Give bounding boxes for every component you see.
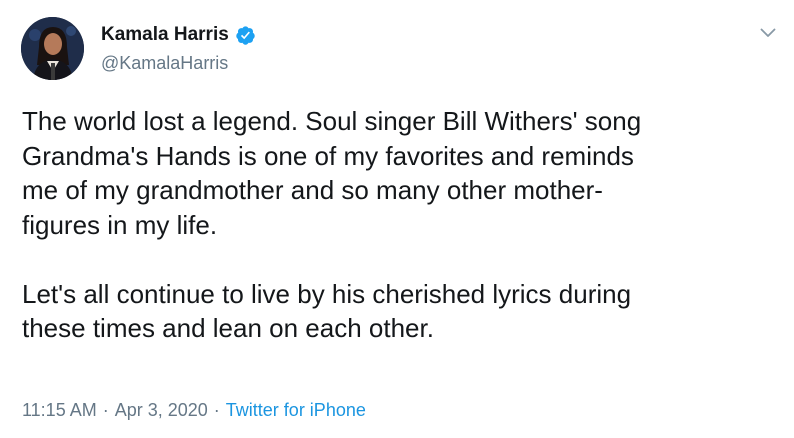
tweet-date[interactable]: Apr 3, 2020 — [115, 400, 208, 421]
verified-badge-icon — [236, 25, 255, 45]
meta-separator: · — [102, 400, 109, 420]
tweet-source-link[interactable]: Twitter for iPhone — [226, 400, 366, 421]
tweet-card: Kamala Harris @KamalaHarris The world lo… — [0, 0, 794, 438]
author-name-row[interactable]: Kamala Harris — [101, 24, 256, 46]
author-handle[interactable]: @KamalaHarris — [101, 53, 228, 74]
avatar[interactable] — [21, 17, 84, 80]
meta-separator: · — [213, 400, 220, 420]
tweet-metadata: 11:15 AM · Apr 3, 2020 · Twitter for iPh… — [22, 400, 366, 421]
tweet-menu-button[interactable] — [757, 22, 779, 44]
author-name[interactable]: Kamala Harris — [101, 24, 229, 46]
profile-photo-icon — [21, 17, 84, 80]
tweet-text: The world lost a legend. Soul singer Bil… — [22, 106, 642, 343]
chevron-down-icon — [760, 28, 776, 37]
tweet-time[interactable]: 11:15 AM — [22, 400, 97, 421]
